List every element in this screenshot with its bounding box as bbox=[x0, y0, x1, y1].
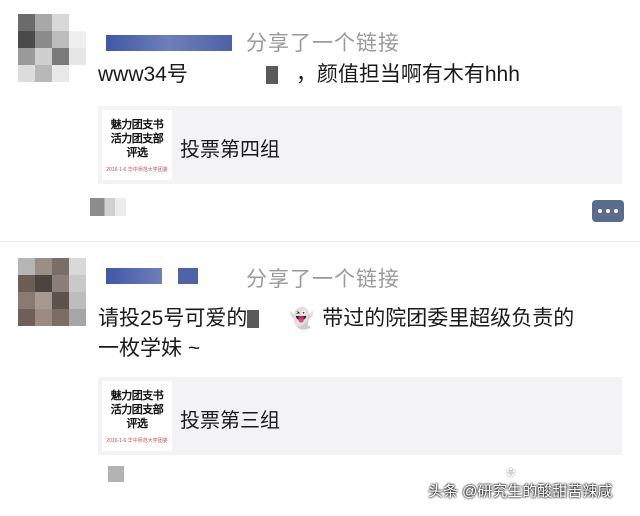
thumb-line-1: 魅力团支书 bbox=[110, 117, 164, 131]
share-link-text: 分享了一个链接 bbox=[246, 268, 400, 291]
message-line-2: 一枚学妹 ~ bbox=[98, 337, 201, 361]
timestamp-blurred bbox=[108, 466, 124, 482]
link-title: 投票第三组 bbox=[180, 410, 280, 432]
shared-link-card[interactable]: 魅力团支书 活力团支部 评选 2016-1-6 华中师范大学团委 投票第四组 bbox=[98, 106, 622, 184]
comment-dot bbox=[614, 209, 618, 213]
avatar[interactable] bbox=[18, 14, 86, 82]
thumb-line-1: 魅力团支书 bbox=[110, 388, 164, 402]
username-blurred[interactable] bbox=[106, 35, 232, 51]
redacted-blur bbox=[265, 66, 278, 85]
source-watermark: 头条 @研究生的酸甜苦辣咸 bbox=[428, 483, 613, 500]
share-link-text: 分享了一个链接 bbox=[246, 32, 400, 55]
link-title: 投票第四组 bbox=[180, 139, 280, 161]
wechat-watermark-icon: ❀ bbox=[505, 464, 517, 480]
thumb-line-3: 评选 bbox=[126, 416, 149, 430]
thumb-footer: 2016-1-6 华中师范大学团委 bbox=[106, 437, 168, 444]
shared-link-card[interactable]: 魅力团支书 活力团支部 评选 2016-1-6 华中师范大学团委 投票第三组 bbox=[98, 377, 622, 455]
message-start: www34号 bbox=[98, 63, 188, 86]
moment-post-2: 分享了一个链接 请投25号可爱的 👻 带过的院团委里超级负责的 一枚学妹 ~ 魅力团… bbox=[0, 242, 640, 516]
thumb-footer: 2016-1-6 华中师范大学团委 bbox=[106, 166, 168, 173]
message-line1-start: 请投25号可爱的 bbox=[98, 307, 248, 330]
comment-button[interactable] bbox=[592, 200, 624, 222]
moment-post-1: 分享了一个链接 www34号 ，颜值担当啊有木有hhh 魅力团支书 活力团支部 评… bbox=[0, 0, 640, 240]
redacted-blur bbox=[247, 310, 260, 329]
message-line-1: 请投25号可爱的 👻 带过的院团委里超级负责的 bbox=[98, 304, 574, 334]
ghost-emoji-icon: 👻 bbox=[289, 308, 315, 331]
avatar[interactable] bbox=[18, 258, 86, 326]
link-thumbnail: 魅力团支书 活力团支部 评选 2016-1-6 华中师范大学团委 bbox=[102, 110, 172, 180]
link-thumbnail: 魅力团支书 活力团支部 评选 2016-1-6 华中师范大学团委 bbox=[102, 381, 172, 451]
username-blurred[interactable] bbox=[106, 268, 162, 284]
message-end: ，颜值担当啊有木有hhh bbox=[295, 63, 520, 86]
message-line1-end: 带过的院团委里超级负责的 bbox=[322, 307, 575, 330]
post-message: 请投25号可爱的 👻 带过的院团委里超级负责的 一枚学妹 ~ bbox=[98, 304, 574, 364]
comment-dots-icon bbox=[598, 209, 602, 213]
post-message: www34号 ，颜值担当啊有木有hhh bbox=[98, 60, 520, 90]
thumb-line-3: 评选 bbox=[126, 145, 149, 159]
timestamp-blurred bbox=[90, 198, 126, 216]
thumb-line-2: 活力团支部 bbox=[110, 402, 164, 416]
thumb-line-2: 活力团支部 bbox=[110, 131, 164, 145]
username-blurred-2 bbox=[178, 268, 198, 284]
comment-dot bbox=[606, 209, 610, 213]
